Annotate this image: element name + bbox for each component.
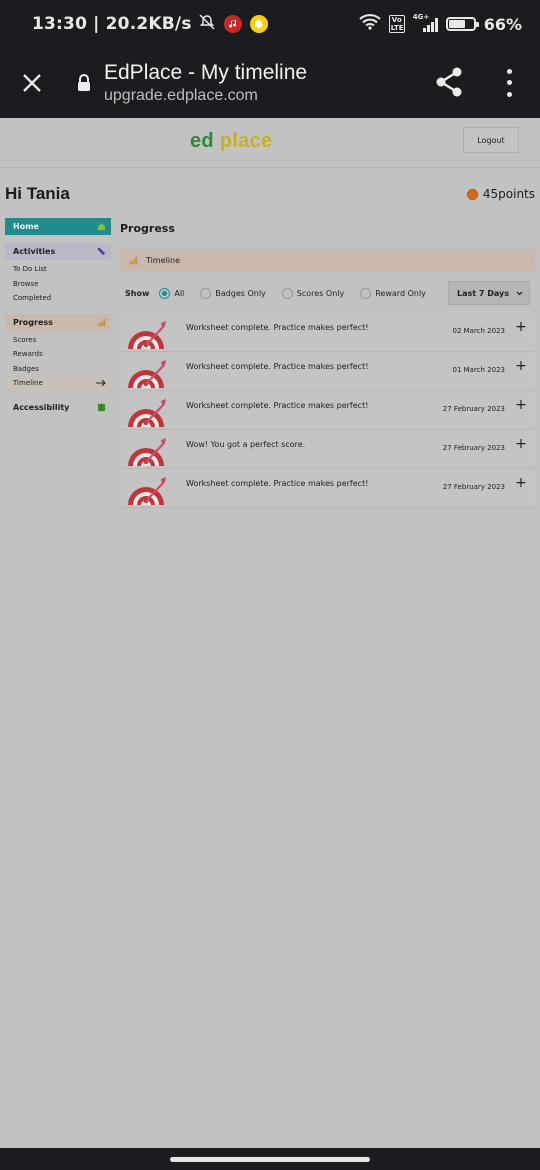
target-icon — [128, 477, 166, 505]
bar-chart-icon — [129, 256, 138, 264]
entry-message: Worksheet complete. Practice makes perfe… — [186, 362, 369, 371]
entry-message: Worksheet complete. Practice makes perfe… — [186, 323, 369, 332]
main-content: Progress Timeline Show All Badges Only S… — [120, 218, 535, 508]
mute-icon — [198, 13, 216, 35]
radio-badges-only[interactable] — [200, 287, 212, 299]
timeline-entry: Worksheet complete. Practice makes perfe… — [120, 352, 535, 391]
close-icon — [23, 74, 41, 92]
target-icon — [128, 399, 166, 427]
filter-all[interactable]: All — [159, 287, 184, 299]
page-title: EdPlace - My timeline — [104, 61, 308, 84]
section-title: Progress — [120, 222, 175, 235]
expand-button[interactable]: + — [515, 397, 527, 413]
edplace-logo[interactable]: ed place — [190, 130, 272, 153]
battery-percent: 66% — [483, 14, 522, 34]
system-nav-bar — [0, 1148, 540, 1170]
wifi-icon — [359, 14, 381, 34]
sidebar-item-completed[interactable]: Completed — [5, 291, 111, 306]
filter-reward-only[interactable]: Reward Only — [360, 287, 426, 299]
sidebar-item-progress[interactable]: Progress — [5, 313, 111, 331]
target-icon — [128, 360, 166, 388]
radio-scores-only[interactable] — [281, 287, 293, 299]
book-icon — [97, 403, 106, 411]
filter-scores-only[interactable]: Scores Only — [281, 287, 344, 299]
expand-button[interactable]: + — [515, 436, 527, 452]
entry-date: 27 February 2023 — [442, 444, 505, 452]
pencil-icon — [97, 247, 106, 256]
show-label: Show — [125, 288, 150, 298]
target-icon — [128, 321, 166, 349]
web-page: ed place Logout Hi Tania 45points Home A… — [0, 118, 540, 1148]
music-app-icon — [223, 15, 242, 33]
expand-button[interactable]: + — [515, 358, 527, 374]
sidebar-item-rewards[interactable]: Rewards — [5, 347, 111, 362]
site-header: ed place Logout — [0, 118, 540, 168]
sidebar-item-scores[interactable]: Scores — [5, 333, 111, 348]
address-display[interactable]: EdPlace - My timeline upgrade.edplace.co… — [104, 61, 307, 105]
network-speed: | 20.2KB/s — [93, 14, 192, 34]
sidebar-item-timeline[interactable]: Timeline — [5, 376, 111, 391]
share-button[interactable] — [434, 66, 464, 102]
filter-bar: Show All Badges Only Scores Only Reward … — [120, 281, 535, 305]
entry-date: 27 February 2023 — [442, 405, 505, 413]
more-vert-icon — [506, 69, 512, 75]
entry-date: 27 February 2023 — [442, 483, 505, 491]
timeline-entry: Wow! You got a perfect score. 27 Februar… — [120, 430, 535, 469]
status-bar: 13:30 | 20.2KB/s Vo LTE 4G+ 66% — [0, 0, 540, 48]
sidebar-item-badges[interactable]: Badges — [5, 362, 111, 377]
page-url: upgrade.edplace.com — [104, 87, 258, 104]
sidebar-item-todo[interactable]: To Do List — [5, 262, 111, 277]
share-icon — [436, 67, 462, 97]
lock-icon[interactable] — [64, 73, 104, 93]
points-display: 45points — [466, 187, 535, 201]
arrow-right-icon — [96, 379, 106, 387]
timeline-label: Timeline — [146, 255, 181, 265]
clock: 13:30 — [32, 14, 88, 34]
entry-date: 01 March 2023 — [452, 366, 505, 374]
chevron-down-icon — [516, 291, 523, 295]
expand-button[interactable]: + — [515, 475, 527, 491]
more-options-button[interactable] — [500, 66, 518, 100]
home-gesture-handle[interactable] — [170, 1157, 370, 1162]
timeline-list: Worksheet complete. Practice makes perfe… — [120, 313, 535, 508]
timeline-entry: Worksheet complete. Practice makes perfe… — [120, 313, 535, 352]
entry-message: Worksheet complete. Practice makes perfe… — [186, 479, 369, 488]
expand-button[interactable]: + — [515, 319, 527, 335]
radio-all[interactable] — [159, 287, 171, 299]
greeting: Hi Tania — [5, 184, 70, 203]
sidebar-item-browse[interactable]: Browse — [5, 277, 111, 292]
sidebar-item-home[interactable]: Home — [5, 218, 111, 235]
sidebar-item-accessibility[interactable]: Accessibility — [5, 398, 111, 416]
entry-date: 02 March 2023 — [452, 327, 505, 335]
date-range-value: Last 7 Days — [457, 288, 509, 298]
close-tab-button[interactable] — [0, 48, 64, 118]
browser-toolbar: EdPlace - My timeline upgrade.edplace.co… — [0, 48, 540, 118]
network-type: 4G+ — [412, 13, 430, 21]
points-value: 45points — [482, 187, 535, 201]
coin-icon — [466, 188, 478, 200]
timeline-entry: Worksheet complete. Practice makes perfe… — [120, 469, 535, 508]
snapchat-icon — [249, 15, 268, 33]
sidebar: Home Activities To Do List Browse Comple… — [5, 218, 111, 424]
sidebar-item-activities[interactable]: Activities — [5, 243, 111, 260]
timeline-entry: Worksheet complete. Practice makes perfe… — [120, 391, 535, 430]
volte-icon: Vo LTE — [388, 15, 405, 33]
home-icon — [97, 222, 106, 231]
entry-message: Worksheet complete. Practice makes perfe… — [186, 401, 369, 410]
logout-button[interactable]: Logout — [463, 127, 519, 153]
date-range-select[interactable]: Last 7 Days — [448, 281, 530, 305]
bar-chart-icon — [97, 318, 106, 326]
filter-badges-only[interactable]: Badges Only — [200, 287, 266, 299]
timeline-header: Timeline — [120, 249, 535, 271]
radio-reward-only[interactable] — [360, 287, 372, 299]
target-icon — [128, 438, 166, 466]
battery-icon — [445, 17, 479, 31]
signal-icon: 4G+ — [412, 13, 438, 32]
entry-message: Wow! You got a perfect score. — [186, 440, 306, 449]
